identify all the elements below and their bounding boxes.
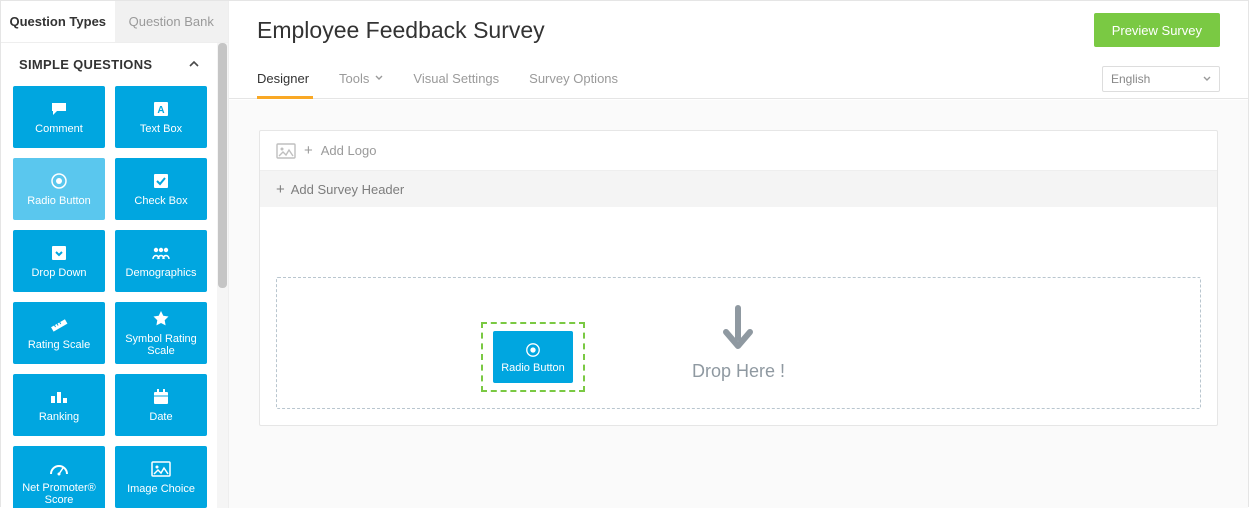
question-tile-grid: Comment A Text Box Radio Button Check Bo…	[1, 80, 217, 508]
tile-radio-button[interactable]: Radio Button	[13, 158, 105, 220]
arrow-down-icon	[692, 304, 785, 355]
drag-ghost-tile: Radio Button	[493, 331, 573, 383]
preview-survey-button[interactable]: Preview Survey	[1094, 13, 1220, 47]
active-tab-underline	[257, 96, 313, 99]
tab-tools-label: Tools	[339, 71, 369, 86]
tab-visual-settings[interactable]: Visual Settings	[413, 59, 499, 99]
drag-ghost-label: Radio Button	[501, 362, 565, 374]
comment-icon	[50, 99, 68, 119]
sidebar-scrollbar[interactable]	[217, 43, 228, 508]
tile-symbol-rating[interactable]: Symbol Rating Scale	[115, 302, 207, 364]
radio-icon	[50, 171, 68, 191]
tile-label: Ranking	[34, 411, 84, 423]
survey-card: + Add Logo + Add Survey Header Drop Here…	[259, 130, 1218, 426]
tile-label: Text Box	[135, 123, 187, 135]
tab-designer[interactable]: Designer	[257, 59, 309, 99]
people-icon	[150, 243, 172, 263]
add-logo-row[interactable]: + Add Logo	[260, 131, 1217, 171]
language-value: English	[1111, 72, 1150, 86]
calendar-icon	[152, 387, 170, 407]
page-title: Employee Feedback Survey	[257, 17, 1094, 44]
tile-ranking[interactable]: Ranking	[13, 374, 105, 436]
checkbox-icon	[152, 171, 170, 191]
canvas: + Add Logo + Add Survey Header Drop Here…	[229, 100, 1248, 508]
drop-zone-hint: Drop Here !	[692, 304, 785, 382]
tile-label: Radio Button	[22, 195, 96, 207]
language-select[interactable]: English	[1102, 66, 1220, 92]
chevron-up-icon	[189, 58, 199, 72]
main-area: Employee Feedback Survey Preview Survey …	[229, 1, 1248, 508]
drop-here-label: Drop Here !	[692, 361, 785, 381]
tab-survey-options[interactable]: Survey Options	[529, 59, 618, 99]
tile-label: Symbol Rating Scale	[115, 333, 207, 357]
tile-drop-down[interactable]: Drop Down	[13, 230, 105, 292]
radio-icon	[525, 341, 541, 359]
tile-date[interactable]: Date	[115, 374, 207, 436]
plus-icon: +	[304, 142, 313, 159]
tile-label: Rating Scale	[23, 339, 95, 351]
image-placeholder-icon	[276, 143, 296, 159]
sidebar-scroll-thumb[interactable]	[218, 43, 227, 288]
tile-label: Comment	[30, 123, 88, 135]
tile-rating-scale[interactable]: Rating Scale	[13, 302, 105, 364]
dropdown-icon	[50, 243, 68, 263]
tile-label: Check Box	[129, 195, 192, 207]
tab-question-bank[interactable]: Question Bank	[115, 1, 229, 42]
star-icon	[152, 309, 170, 329]
chevron-down-icon	[375, 74, 383, 84]
plus-icon: +	[276, 181, 285, 198]
add-logo-label: Add Logo	[321, 143, 377, 158]
gauge-icon	[49, 458, 69, 478]
tab-tools[interactable]: Tools	[339, 59, 383, 99]
tile-check-box[interactable]: Check Box	[115, 158, 207, 220]
drag-ghost: Radio Button	[481, 322, 585, 392]
image-icon	[151, 459, 171, 479]
sidebar-tabs: Question Types Question Bank	[1, 1, 228, 43]
chevron-down-icon	[1203, 72, 1211, 86]
svg-text:A: A	[157, 105, 164, 116]
tile-nps[interactable]: Net Promoter® Score	[13, 446, 105, 508]
section-title: SIMPLE QUESTIONS	[19, 57, 152, 72]
header: Employee Feedback Survey Preview Survey	[229, 1, 1248, 59]
tile-demographics[interactable]: Demographics	[115, 230, 207, 292]
tile-text-box[interactable]: A Text Box	[115, 86, 207, 148]
textbox-icon: A	[152, 99, 170, 119]
tile-label: Net Promoter® Score	[13, 482, 105, 506]
tile-comment[interactable]: Comment	[13, 86, 105, 148]
tile-label: Date	[144, 411, 177, 423]
tab-question-types[interactable]: Question Types	[1, 1, 115, 42]
tile-label: Image Choice	[122, 483, 200, 495]
section-simple-questions[interactable]: SIMPLE QUESTIONS	[1, 43, 217, 80]
add-survey-header-row[interactable]: + Add Survey Header	[260, 171, 1217, 207]
tile-label: Demographics	[121, 267, 202, 279]
sub-nav: Designer Tools Visual Settings Survey Op…	[229, 59, 1248, 99]
sidebar: Question Types Question Bank SIMPLE QUES…	[1, 1, 229, 508]
add-header-label: Add Survey Header	[291, 182, 404, 197]
ruler-icon	[49, 315, 69, 335]
sidebar-scroll: SIMPLE QUESTIONS Comment A Text Box	[1, 43, 217, 508]
podium-icon	[49, 387, 69, 407]
drop-zone[interactable]: Drop Here ! Radio Button	[276, 277, 1201, 409]
tile-label: Drop Down	[26, 267, 91, 279]
tile-image-choice[interactable]: Image Choice	[115, 446, 207, 508]
